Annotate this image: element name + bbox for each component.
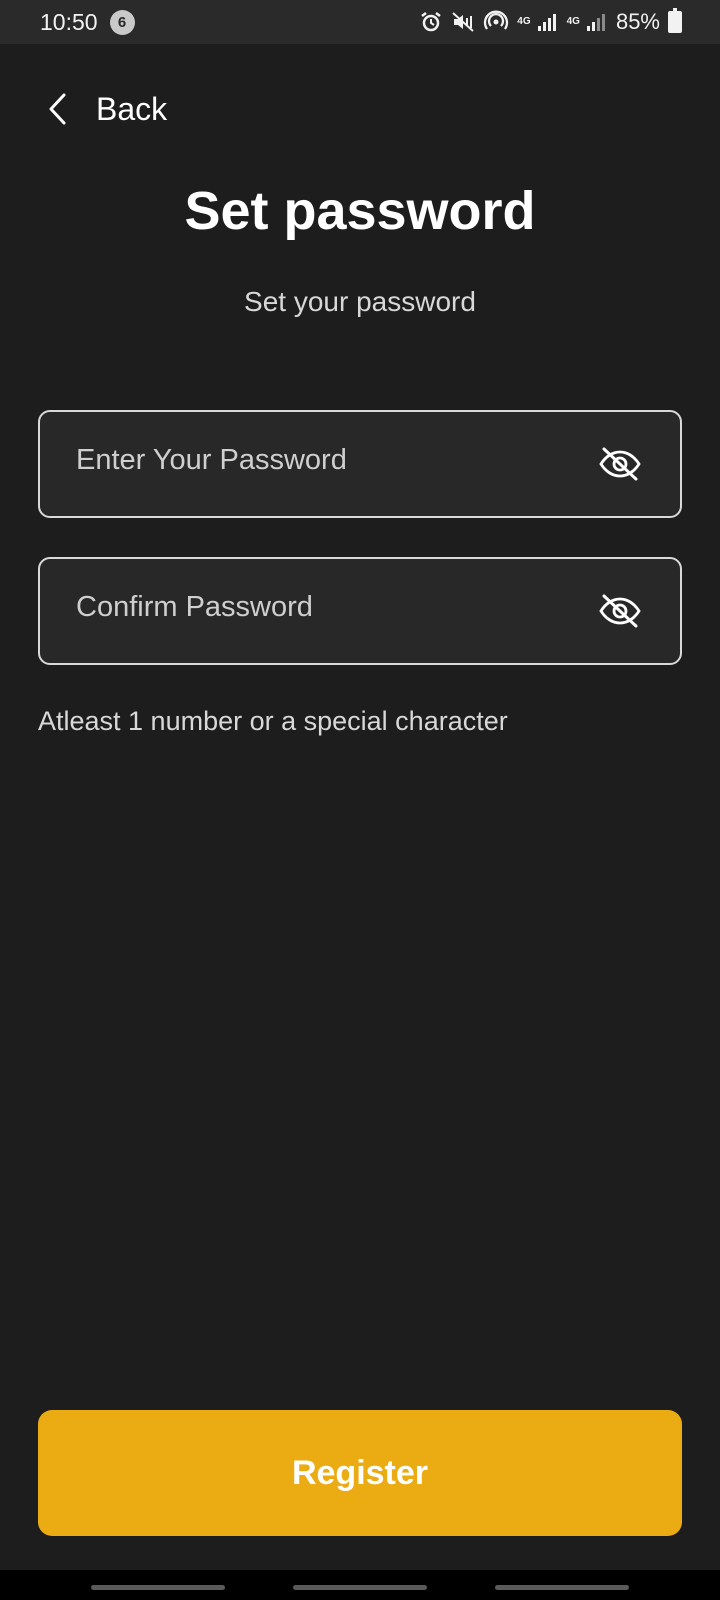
nav-home[interactable] bbox=[293, 1585, 427, 1590]
register-button[interactable]: Register bbox=[38, 1410, 682, 1536]
back-label: Back bbox=[96, 90, 168, 127]
network-type-1: 4G bbox=[517, 16, 531, 27]
signal-icon bbox=[586, 14, 605, 31]
network-type-2: 4G bbox=[566, 16, 580, 27]
nav-back[interactable] bbox=[495, 1585, 629, 1590]
hotspot-icon bbox=[484, 10, 509, 30]
status-bar: 10:50 6 4G 4G 85% bbox=[0, 0, 720, 44]
confirm-password-field bbox=[38, 557, 682, 665]
notification-badge: 6 bbox=[109, 9, 135, 35]
chevron-left-icon bbox=[49, 93, 66, 125]
alarm-icon bbox=[421, 12, 442, 32]
battery-icon bbox=[668, 8, 682, 33]
status-left: 10:50 6 bbox=[40, 9, 135, 36]
password-input[interactable] bbox=[76, 443, 556, 477]
nav-recent-apps[interactable] bbox=[91, 1585, 225, 1590]
eye-off-icon[interactable] bbox=[598, 447, 642, 481]
signal-icon bbox=[537, 14, 556, 31]
password-hint: Atleast 1 number or a special character bbox=[38, 706, 508, 736]
mute-vibrate-icon bbox=[452, 12, 474, 32]
page-title: Set password bbox=[184, 181, 536, 241]
back-button[interactable]: Back bbox=[46, 82, 167, 136]
confirm-password-input[interactable] bbox=[76, 590, 556, 624]
navigation-bar bbox=[0, 1570, 720, 1600]
battery-percent: 85% bbox=[615, 9, 660, 34]
status-time: 10:50 bbox=[40, 8, 98, 35]
status-icons: 4G 4G 85% bbox=[419, 8, 682, 35]
eye-off-icon[interactable] bbox=[598, 594, 642, 628]
password-field bbox=[38, 410, 682, 518]
page-subtitle: Set your password bbox=[244, 286, 476, 317]
